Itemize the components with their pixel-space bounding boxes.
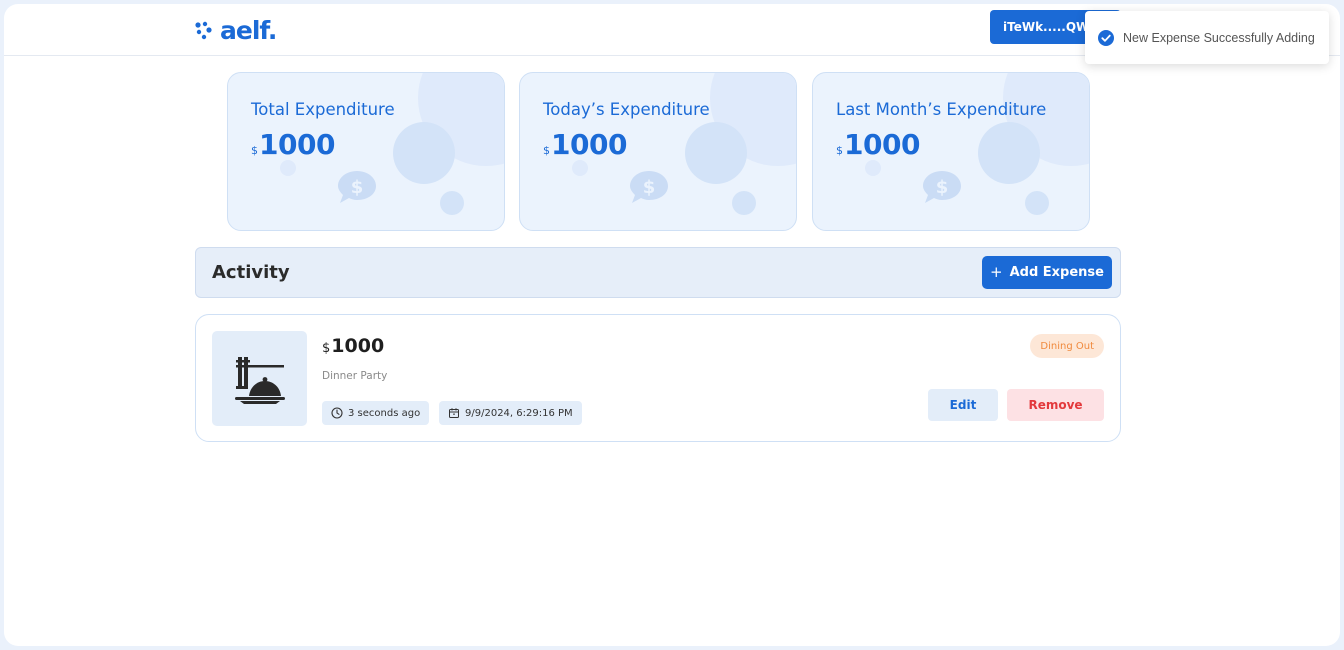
calendar-icon (449, 408, 459, 418)
aelf-logo[interactable]: aelf. (194, 15, 277, 45)
expense-description: Dinner Party (322, 370, 388, 382)
amount-value: 1000 (551, 128, 627, 161)
dollar-chat-icon: $ (630, 171, 668, 203)
last-month-expenditure-card: $ Last Month’s Expenditure $ 1000 (812, 72, 1090, 231)
card-title: Last Month’s Expenditure (836, 100, 1047, 119)
svg-text:$: $ (643, 177, 656, 198)
plus-icon: + (990, 263, 1003, 281)
activity-header: Activity + Add Expense (195, 247, 1121, 298)
success-toast: New Expense Successfully Adding (1085, 11, 1329, 64)
dollar-chat-icon: $ (338, 171, 376, 203)
aelf-dots-icon (195, 21, 212, 40)
expense-item: $ 1000 Dinner Party 3 seconds ago 9/9/20… (195, 314, 1121, 442)
relative-time: 3 seconds ago (348, 407, 421, 419)
app-frame: aelf. iTeWk.....QW3 New Expense Successf… (4, 4, 1340, 646)
svg-text:$: $ (936, 177, 949, 198)
amount-value: 1000 (844, 128, 920, 161)
add-expense-button[interactable]: + Add Expense (982, 256, 1112, 289)
expense-category-thumbnail (212, 331, 307, 426)
card-value: $ 1000 (543, 128, 627, 161)
toast-message: New Expense Successfully Adding (1123, 30, 1315, 45)
datetime-chip: 9/9/2024, 6:29:16 PM (439, 401, 582, 425)
logo-text: aelf. (220, 15, 277, 45)
total-expenditure-card: $ Total Expenditure $ 1000 (227, 72, 505, 231)
category-badge: Dining Out (1030, 334, 1104, 358)
expense-datetime: 9/9/2024, 6:29:16 PM (465, 407, 573, 419)
svg-text:$: $ (351, 177, 364, 198)
relative-time-chip: 3 seconds ago (322, 401, 430, 425)
edit-button[interactable]: Edit (928, 389, 998, 421)
amount-value: 1000 (259, 128, 335, 161)
check-circle-icon (1098, 29, 1114, 46)
dining-cloche-icon (234, 356, 285, 404)
amount-value: 1000 (331, 335, 385, 357)
currency-symbol: $ (251, 144, 258, 157)
currency-symbol: $ (322, 341, 331, 356)
currency-symbol: $ (836, 144, 843, 157)
expense-amount: $ 1000 (322, 335, 384, 357)
remove-button[interactable]: Remove (1007, 389, 1104, 421)
dollar-chat-icon: $ (923, 171, 961, 203)
clock-icon (331, 407, 343, 419)
today-expenditure-card: $ Today’s Expenditure $ 1000 (519, 72, 797, 231)
card-title: Total Expenditure (251, 100, 395, 119)
currency-symbol: $ (543, 144, 550, 157)
card-value: $ 1000 (251, 128, 335, 161)
add-expense-label: Add Expense (1009, 265, 1104, 280)
card-value: $ 1000 (836, 128, 920, 161)
activity-title: Activity (212, 262, 290, 283)
card-title: Today’s Expenditure (543, 100, 710, 119)
